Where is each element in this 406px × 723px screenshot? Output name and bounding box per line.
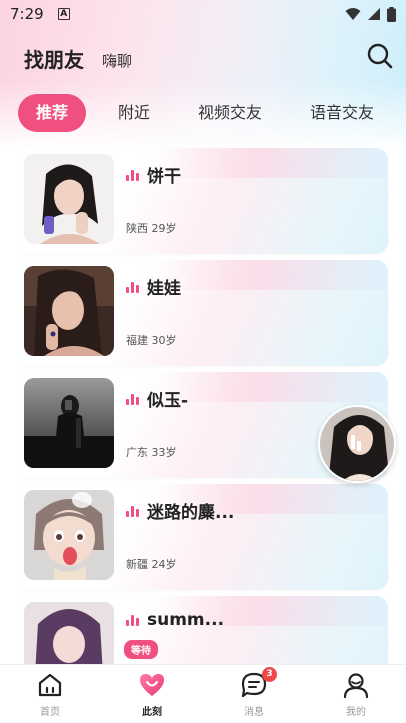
user-photo[interactable] bbox=[24, 490, 114, 580]
heart-icon bbox=[140, 674, 164, 696]
nav-label: 此刻 bbox=[142, 707, 162, 718]
user-photo[interactable] bbox=[24, 154, 114, 244]
voice-bars-icon bbox=[126, 169, 139, 181]
status-time: 7:29 bbox=[10, 5, 44, 23]
user-card[interactable]: 饼干 陕西 29岁 bbox=[18, 148, 388, 254]
user-name: 娃娃 bbox=[147, 279, 181, 299]
user-card[interactable]: 迷路的麋... 新疆 24岁 bbox=[18, 484, 388, 590]
waiting-badge: 等待 bbox=[124, 640, 158, 659]
tab-nearby[interactable]: 附近 bbox=[108, 94, 160, 132]
category-tabs: 推荐 附近 视频交友 语音交友 bbox=[0, 94, 406, 132]
tab-recommend[interactable]: 推荐 bbox=[18, 94, 86, 132]
search-icon bbox=[367, 43, 393, 69]
user-meta: 福建 30岁 bbox=[126, 334, 177, 347]
nav-label: 我的 bbox=[346, 707, 366, 718]
battery-icon bbox=[387, 6, 396, 22]
page-subtitle[interactable]: 嗨聊 bbox=[102, 50, 132, 71]
voice-bars-icon bbox=[126, 393, 139, 405]
page-header: 找朋友 嗨聊 bbox=[0, 38, 406, 78]
nav-messages[interactable]: 3 消息 bbox=[214, 665, 294, 723]
user-photo[interactable] bbox=[24, 378, 114, 468]
signal-icon bbox=[368, 8, 380, 20]
user-meta: 陕西 29岁 bbox=[126, 222, 177, 235]
home-icon bbox=[38, 673, 62, 697]
search-button[interactable] bbox=[366, 42, 394, 70]
nav-home[interactable]: 首页 bbox=[10, 665, 90, 723]
user-name: summ... bbox=[147, 610, 225, 630]
nav-label: 消息 bbox=[244, 707, 264, 718]
bottom-navigation: 首页 此刻 3 消息 我的 bbox=[0, 664, 406, 723]
status-bar: 7:29 A bbox=[0, 0, 406, 28]
tab-voice-dating[interactable]: 语音交友 bbox=[302, 94, 382, 132]
page-title: 找朋友 bbox=[24, 47, 84, 72]
notification-icon: A bbox=[57, 8, 70, 20]
user-card[interactable]: 娃娃 福建 30岁 bbox=[18, 260, 388, 366]
user-meta: 广东 33岁 bbox=[126, 446, 177, 459]
nav-label: 首页 bbox=[40, 707, 60, 718]
tab-video-dating[interactable]: 视频交友 bbox=[190, 94, 270, 132]
voice-bars-icon bbox=[126, 614, 139, 626]
user-name: 似玉- bbox=[147, 391, 189, 411]
wifi-icon bbox=[345, 8, 361, 20]
nav-moment[interactable]: 此刻 bbox=[112, 665, 192, 723]
floating-live-avatar[interactable] bbox=[318, 405, 396, 483]
voice-bars-icon bbox=[126, 505, 139, 517]
user-name: 迷路的麋... bbox=[147, 503, 235, 523]
user-name: 饼干 bbox=[147, 167, 181, 187]
profile-icon bbox=[343, 673, 369, 699]
user-meta: 新疆 24岁 bbox=[126, 558, 177, 571]
user-photo[interactable] bbox=[24, 266, 114, 356]
voice-bars-icon bbox=[126, 281, 139, 293]
message-count-badge: 3 bbox=[262, 667, 277, 682]
nav-profile[interactable]: 我的 bbox=[316, 665, 396, 723]
